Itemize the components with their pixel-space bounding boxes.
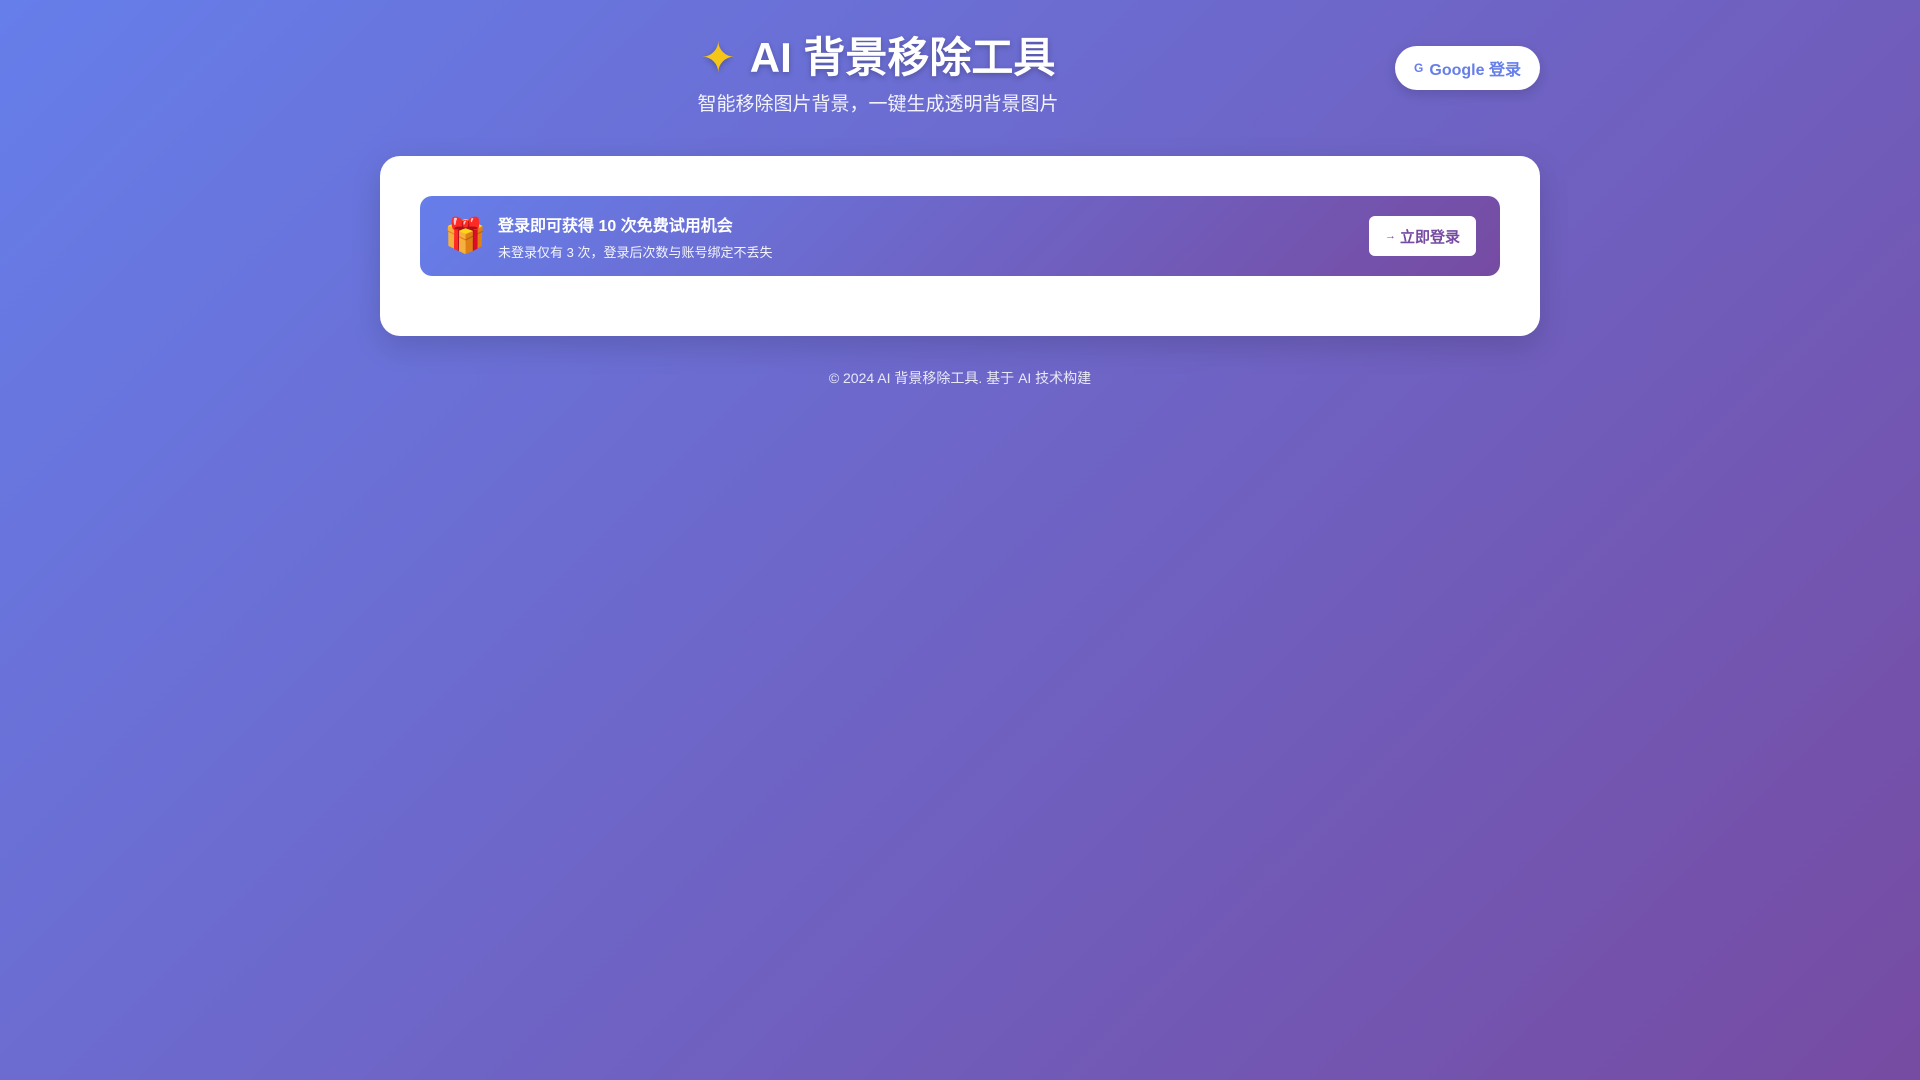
login-now-button[interactable]: → 立即登录 xyxy=(1369,216,1476,256)
magic-icon: ✦ xyxy=(700,34,736,81)
promo-detail: 未登录仅有 3 次，登录后次数与账号绑定不丢失 xyxy=(498,244,773,260)
gift-icon: 🎁 xyxy=(444,217,487,255)
google-login-button[interactable]: G Google 登录 xyxy=(1395,46,1540,90)
login-now-label: 立即登录 xyxy=(1399,228,1460,246)
promo-headline: 登录即可获得 10 次免费试用机会 xyxy=(498,217,733,235)
login-promo-banner: 🎁 登录即可获得 10 次免费试用机会 未登录仅有 3 次，登录后次数与账号绑定… xyxy=(420,196,1500,276)
title-text: AI 背景移除工具 xyxy=(749,34,1056,81)
google-login-label: Google 登录 xyxy=(1429,62,1521,79)
main-card: 🎁 登录即可获得 10 次免费试用机会 未登录仅有 3 次，登录后次数与账号绑定… xyxy=(380,156,1540,336)
login-icon: → xyxy=(1384,230,1396,242)
page-title: ✦ AI 背景移除工具 xyxy=(380,24,1376,85)
google-icon: G xyxy=(1414,61,1424,75)
page-subtitle: 智能移除图片背景，一键生成透明背景图片 xyxy=(697,94,1059,115)
footer-text: © 2024 AI 背景移除工具. 基于 AI 技术构建 xyxy=(828,370,1092,386)
